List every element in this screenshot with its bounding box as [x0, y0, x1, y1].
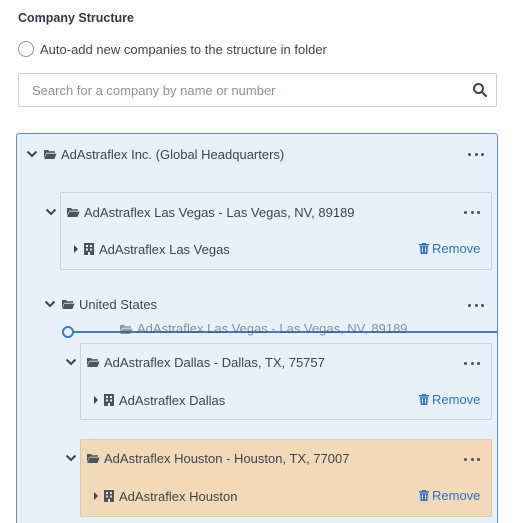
folder-box-houston: AdAstraflex Houston - Houston, TX, 77007…	[65, 439, 492, 517]
drop-indicator-circle	[62, 326, 74, 338]
tree-node-las-vegas[interactable]	[44, 202, 62, 222]
folder-row-dallas[interactable]: AdAstraflex Dallas - Dallas, TX, 75757	[86, 352, 325, 372]
united-states-more-icon[interactable]	[468, 301, 484, 309]
tree-node-label: AdAstraflex Dallas - Dallas, TX, 75757	[104, 354, 325, 370]
drag-ghost: AdAstraflex Las Vegas - Las Vegas, NV, 8…	[119, 321, 408, 336]
tree-node-houston[interactable]	[64, 448, 82, 468]
tree-node-dallas[interactable]	[64, 352, 82, 372]
caret-right-icon[interactable]	[94, 492, 98, 500]
trash-icon	[419, 394, 429, 405]
search-input[interactable]	[19, 74, 459, 106]
folder-open-icon	[61, 298, 75, 310]
company-row-dallas[interactable]: AdAstraflex Dallas	[94, 390, 225, 410]
drag-ghost-label: AdAstraflex Las Vegas - Las Vegas, NV, 8…	[137, 321, 408, 336]
company-search	[18, 73, 497, 107]
houston-more-icon[interactable]	[464, 455, 480, 463]
tree-node-label: AdAstraflex Inc. (Global Headquarters)	[61, 146, 285, 162]
company-structure-tree: AdAstraflex Inc. (Global Headquarters) A…	[16, 133, 498, 523]
remove-button[interactable]: Remove	[419, 392, 480, 407]
company-label: AdAstraflex Las Vegas	[99, 241, 230, 257]
folder-open-icon	[86, 356, 100, 368]
folder-box-las-vegas: AdAstraflex Las Vegas - Las Vegas, NV, 8…	[45, 192, 492, 270]
root-more-icon[interactable]	[468, 150, 484, 158]
trash-icon	[419, 490, 429, 501]
remove-label: Remove	[432, 488, 481, 503]
folder-open-icon	[66, 206, 80, 218]
tree-node-root[interactable]: AdAstraflex Inc. (Global Headquarters)	[25, 144, 284, 164]
remove-label: Remove	[432, 241, 481, 256]
auto-add-radio[interactable]	[18, 41, 34, 57]
folder-row-houston[interactable]: AdAstraflex Houston - Houston, TX, 77007	[86, 448, 349, 468]
auto-add-label[interactable]: Auto-add new companies to the structure …	[40, 42, 327, 57]
las-vegas-more-icon[interactable]	[464, 208, 480, 216]
company-row-las-vegas[interactable]: AdAstraflex Las Vegas	[74, 239, 230, 259]
trash-icon	[419, 243, 429, 254]
building-icon	[104, 490, 114, 502]
dallas-more-icon[interactable]	[464, 359, 480, 367]
tree-node-label: AdAstraflex Houston - Houston, TX, 77007	[104, 450, 350, 466]
tree-node-united-states[interactable]: United States	[43, 294, 157, 314]
tree-node-label: United States	[79, 296, 158, 312]
company-label: AdAstraflex Dallas	[119, 392, 226, 408]
remove-button[interactable]: Remove	[419, 241, 480, 256]
remove-button[interactable]: Remove	[419, 488, 480, 503]
building-icon	[84, 243, 94, 255]
chevron-down-icon[interactable]	[25, 147, 39, 161]
folder-box-dallas: AdAstraflex Dallas - Dallas, TX, 75757 A…	[65, 343, 492, 420]
chevron-down-icon[interactable]	[44, 205, 58, 219]
section-title: Company Structure	[18, 11, 134, 25]
folder-open-icon	[86, 452, 100, 464]
auto-add-option[interactable]: Auto-add new companies to the structure …	[18, 40, 327, 58]
remove-label: Remove	[432, 392, 481, 407]
folder-row-las-vegas[interactable]: AdAstraflex Las Vegas - Las Vegas, NV, 8…	[66, 202, 355, 222]
caret-right-icon[interactable]	[94, 396, 98, 404]
chevron-down-icon[interactable]	[64, 451, 78, 465]
folder-open-icon	[43, 148, 57, 160]
tree-node-label: AdAstraflex Las Vegas - Las Vegas, NV, 8…	[84, 204, 355, 220]
caret-right-icon[interactable]	[74, 245, 78, 253]
search-icon[interactable]	[472, 82, 488, 98]
chevron-down-icon[interactable]	[64, 355, 78, 369]
company-label: AdAstraflex Houston	[119, 488, 238, 504]
building-icon	[104, 394, 114, 406]
chevron-down-icon[interactable]	[43, 297, 57, 311]
folder-open-icon	[119, 323, 133, 335]
company-row-houston[interactable]: AdAstraflex Houston	[94, 486, 238, 506]
